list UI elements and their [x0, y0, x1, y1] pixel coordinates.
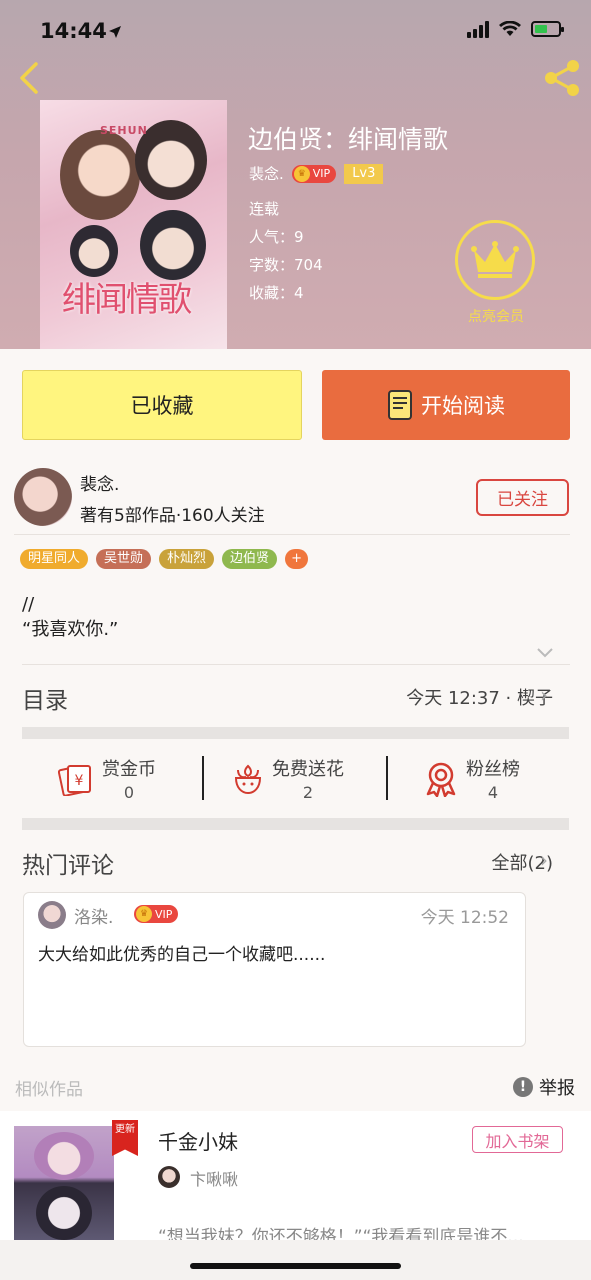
divider	[202, 756, 204, 800]
tag-item[interactable]: 边伯贤	[222, 549, 278, 569]
vip-badge: ♛ VIP	[134, 905, 179, 923]
location-arrow-icon	[108, 24, 122, 43]
stat-label: 免费送花	[272, 759, 344, 780]
fan-ranking-stat[interactable]: 粉丝榜 4	[424, 755, 520, 802]
crown-coin-icon: ♛	[136, 906, 152, 922]
medal-icon	[426, 762, 456, 797]
toc-latest-chapter[interactable]: 今天 12:37 · 楔子	[406, 684, 553, 710]
author-stats: 著有5部作品·160人关注	[80, 506, 265, 526]
description-line-1: //	[22, 594, 35, 615]
section-separator	[22, 818, 569, 830]
divider	[14, 534, 570, 535]
alert-icon: !	[513, 1077, 533, 1097]
more-tags-button[interactable]: +	[285, 549, 308, 569]
report-label: 举报	[539, 1078, 575, 1099]
toc-chevron-icon[interactable]: ›	[540, 683, 548, 707]
vip-badge: ♛ VIP	[291, 164, 337, 183]
level-badge: Lv3	[344, 163, 384, 184]
book-author: 裴念.	[249, 165, 284, 183]
status-time: 14:44	[40, 19, 107, 43]
commenter-name[interactable]: 洛染.	[74, 903, 113, 928]
red-envelope-icon: ¥	[58, 764, 91, 796]
similar-book-cover[interactable]	[14, 1126, 114, 1240]
tag-list: 明星同人 吴世勋 朴灿烈 边伯贤 +	[20, 549, 308, 569]
tag-item[interactable]: 明星同人	[20, 549, 89, 569]
start-reading-label: 开始阅读	[421, 394, 505, 418]
cover-title: 绯闻情歌	[62, 280, 192, 320]
svg-text:¥: ¥	[75, 773, 84, 789]
expand-chevron-icon[interactable]	[536, 643, 554, 662]
book-popularity: 人气：9	[249, 228, 304, 246]
similar-book-title[interactable]: 千金小妹	[158, 1126, 238, 1155]
tag-item[interactable]: 朴灿烈	[159, 549, 215, 569]
crown-icon	[455, 220, 535, 300]
divider	[386, 756, 388, 800]
book-favorites: 收藏：4	[249, 284, 304, 302]
share-icon[interactable]	[542, 58, 582, 98]
report-button[interactable]: ! 举报	[513, 1074, 575, 1100]
cellular-signal-icon	[467, 20, 489, 38]
similar-works-title: 相似作品	[15, 1080, 83, 1100]
home-indicator-area	[0, 1240, 591, 1280]
toc-title[interactable]: 目录	[22, 681, 68, 715]
follow-button[interactable]: 已关注	[476, 479, 569, 516]
book-icon	[388, 390, 412, 420]
book-title: 边伯贤：绯闻情歌	[248, 125, 449, 154]
stat-label: 赏金币	[102, 759, 156, 780]
member-button[interactable]: 点亮会员	[455, 220, 537, 326]
stat-value: 4	[487, 783, 499, 802]
book-word-count: 字数：704	[249, 256, 323, 274]
member-label: 点亮会员	[468, 309, 524, 325]
description-line-2: “我喜欢你.”	[22, 619, 119, 640]
add-to-shelf-button[interactable]: 加入书架	[472, 1126, 563, 1153]
stat-label: 粉丝榜	[466, 759, 520, 780]
cover-label: SEHUN	[100, 124, 148, 137]
stat-value: 0	[123, 783, 135, 802]
tag-item[interactable]: 吴世勋	[96, 549, 152, 569]
home-indicator[interactable]	[190, 1263, 401, 1269]
back-icon[interactable]	[12, 58, 48, 98]
comment-text: 大大给如此优秀的自己一个收藏吧......	[38, 945, 326, 965]
author-name[interactable]: 裴念.	[80, 470, 119, 495]
stat-value: 2	[302, 783, 314, 802]
section-separator	[22, 727, 569, 739]
comment-time: 今天 12:52	[420, 908, 509, 928]
book-cover[interactable]: SEHUN 绯闻情歌	[40, 100, 227, 349]
start-reading-button[interactable]: 开始阅读	[322, 370, 570, 440]
status-indicators	[467, 20, 564, 38]
comments-chevron-icon[interactable]: ›	[540, 848, 548, 872]
reward-coins-stat[interactable]: ¥ 赏金币 0	[58, 755, 156, 802]
similar-author-avatar	[158, 1166, 180, 1188]
flower-icon	[234, 764, 262, 794]
wifi-icon	[499, 21, 521, 36]
crown-coin-icon: ♛	[293, 165, 310, 182]
author-avatar[interactable]	[14, 468, 72, 526]
collected-button[interactable]: 已收藏	[22, 370, 302, 440]
book-status: 连载	[249, 200, 280, 218]
similar-book-author: 卞啾啾	[190, 1170, 239, 1189]
hot-comments-title: 热门评论	[22, 853, 114, 879]
comment-card[interactable]: 洛染. ♛ VIP 今天 12:52 大大给如此优秀的自己一个收藏吧......	[23, 892, 526, 1047]
divider	[22, 664, 570, 665]
commenter-avatar[interactable]	[38, 901, 66, 929]
battery-icon	[531, 21, 564, 37]
free-flower-stat[interactable]: 免费送花 2	[232, 755, 344, 802]
book-author-line: 裴念. ♛ VIP Lv3	[249, 163, 384, 184]
